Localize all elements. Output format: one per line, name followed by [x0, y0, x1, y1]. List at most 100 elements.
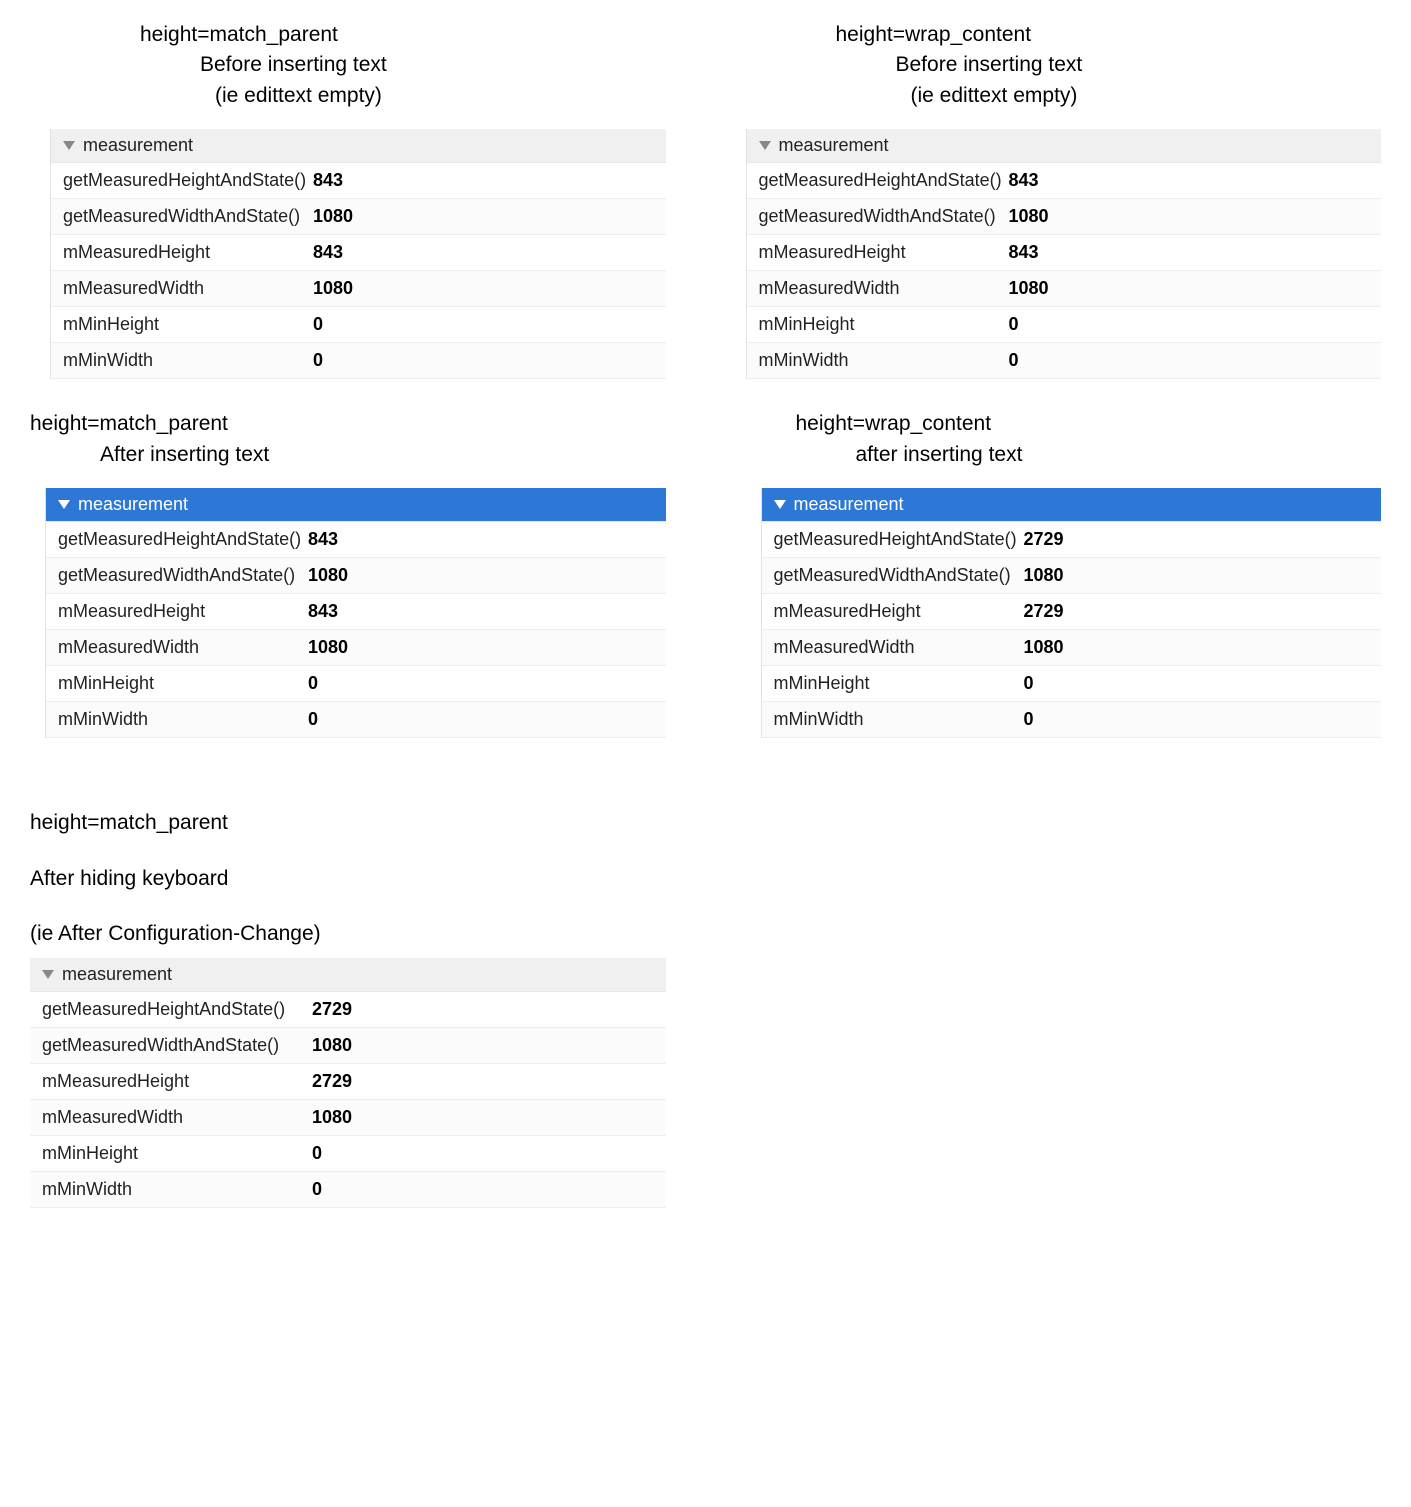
table-row[interactable]: mMinWidth0 [762, 702, 1382, 738]
header-label: measurement [794, 494, 904, 515]
table-row[interactable]: mMeasuredHeight843 [747, 235, 1382, 271]
table-row[interactable]: mMinWidth0 [30, 1172, 666, 1208]
table-row[interactable]: mMeasuredHeight2729 [762, 594, 1382, 630]
panel-title: height=match_parent [30, 409, 666, 439]
panel-match-parent-hidden-keyboard: height=match_parent After hiding keyboar… [30, 808, 666, 1207]
panel-match-parent-after: height=match_parent After inserting text… [30, 409, 666, 738]
table-row[interactable]: mMinHeight0 [51, 307, 666, 343]
row-key: mMeasuredHeight [63, 242, 313, 263]
row-key: mMeasuredHeight [58, 601, 308, 622]
measurement-table: measurement getMeasuredHeightAndState()8… [746, 129, 1382, 379]
table-row[interactable]: mMeasuredHeight843 [46, 594, 666, 630]
chevron-down-icon [759, 141, 771, 150]
row-key: getMeasuredHeightAndState() [759, 170, 1009, 191]
measurement-table: measurement getMeasuredHeightAndState()2… [30, 958, 666, 1208]
table-row[interactable]: mMeasuredHeight2729 [30, 1064, 666, 1100]
panel-note: (ie After Configuration-Change) [30, 919, 666, 949]
row-key: mMinHeight [774, 673, 1024, 694]
table-row[interactable]: mMeasuredWidth1080 [30, 1100, 666, 1136]
table-row[interactable]: getMeasuredHeightAndState()2729 [762, 522, 1382, 558]
table-row[interactable]: mMeasuredWidth1080 [46, 630, 666, 666]
row-key: mMeasuredHeight [774, 601, 1024, 622]
measurement-table: measurement getMeasuredHeightAndState()8… [45, 488, 666, 738]
row-key: getMeasuredWidthAndState() [58, 565, 308, 586]
row-val: 843 [1009, 170, 1039, 191]
row-val: 1080 [1009, 206, 1049, 227]
table-row[interactable]: mMinWidth0 [46, 702, 666, 738]
row-key: getMeasuredWidthAndState() [759, 206, 1009, 227]
table-row[interactable]: getMeasuredHeightAndState()2729 [30, 992, 666, 1028]
measurement-table: measurement getMeasuredHeightAndState()2… [761, 488, 1382, 738]
row-key: mMinHeight [42, 1143, 312, 1164]
panel-title: height=wrap_content [746, 409, 1382, 439]
header-label: measurement [779, 135, 889, 156]
panel-subtitle: after inserting text [746, 440, 1382, 470]
row-val: 1080 [312, 1107, 352, 1128]
row-val: 843 [313, 170, 343, 191]
table-row[interactable]: getMeasuredWidthAndState()1080 [747, 199, 1382, 235]
row-val: 1080 [1009, 278, 1049, 299]
table-row[interactable]: mMeasuredWidth1080 [747, 271, 1382, 307]
table-header[interactable]: measurement [51, 129, 666, 163]
panel-subtitle: After inserting text [30, 440, 666, 470]
row-val: 1080 [312, 1035, 352, 1056]
row-val: 0 [1024, 709, 1034, 730]
row-key: getMeasuredWidthAndState() [63, 206, 313, 227]
row-val: 2729 [312, 1071, 352, 1092]
row-key: getMeasuredHeightAndState() [63, 170, 313, 191]
row-val: 0 [308, 709, 318, 730]
table-row[interactable]: getMeasuredHeightAndState()843 [747, 163, 1382, 199]
row-val: 0 [313, 314, 323, 335]
row-key: mMeasuredWidth [42, 1107, 312, 1128]
table-row[interactable]: mMinHeight0 [747, 307, 1382, 343]
header-label: measurement [78, 494, 188, 515]
panel-subtitle: After hiding keyboard [30, 864, 666, 894]
chevron-down-icon [63, 141, 75, 150]
chevron-down-icon [42, 970, 54, 979]
table-row[interactable]: mMinHeight0 [762, 666, 1382, 702]
row-val: 0 [312, 1143, 322, 1164]
row-val: 0 [1024, 673, 1034, 694]
panel-note: (ie edittext empty) [50, 81, 666, 111]
table-row[interactable]: mMinHeight0 [46, 666, 666, 702]
row-key: mMinWidth [63, 350, 313, 371]
row-key: getMeasuredWidthAndState() [42, 1035, 312, 1056]
row-key: mMinHeight [58, 673, 308, 694]
row-key: getMeasuredHeightAndState() [58, 529, 308, 550]
row-val: 2729 [1024, 529, 1064, 550]
table-row[interactable]: mMinWidth0 [747, 343, 1382, 379]
measurement-table: measurement getMeasuredHeightAndState()8… [50, 129, 666, 379]
row-key: mMeasuredWidth [58, 637, 308, 658]
table-header[interactable]: measurement [30, 958, 666, 992]
row-val: 1080 [308, 637, 348, 658]
table-row[interactable]: mMeasuredHeight843 [51, 235, 666, 271]
row-val: 0 [312, 1179, 322, 1200]
table-header[interactable]: measurement [747, 129, 1382, 163]
table-row[interactable]: getMeasuredWidthAndState()1080 [51, 199, 666, 235]
header-label: measurement [62, 964, 172, 985]
table-row[interactable]: mMeasuredWidth1080 [51, 271, 666, 307]
row-val: 2729 [1024, 601, 1064, 622]
table-row[interactable]: getMeasuredHeightAndState()843 [46, 522, 666, 558]
table-row[interactable]: getMeasuredWidthAndState()1080 [30, 1028, 666, 1064]
panel-wrap-content-after: height=wrap_content after inserting text… [746, 409, 1382, 738]
row-key: mMeasuredHeight [42, 1071, 312, 1092]
row-val: 843 [308, 529, 338, 550]
row-val: 1080 [1024, 565, 1064, 586]
table-row[interactable]: mMinHeight0 [30, 1136, 666, 1172]
row-key: mMinWidth [58, 709, 308, 730]
table-header[interactable]: measurement [762, 488, 1382, 522]
table-row[interactable]: mMeasuredWidth1080 [762, 630, 1382, 666]
table-row[interactable]: getMeasuredWidthAndState()1080 [762, 558, 1382, 594]
row-key: mMeasuredWidth [774, 637, 1024, 658]
row-val: 0 [1009, 350, 1019, 371]
row-key: getMeasuredWidthAndState() [774, 565, 1024, 586]
table-row[interactable]: getMeasuredHeightAndState()843 [51, 163, 666, 199]
row-key: mMinHeight [759, 314, 1009, 335]
header-label: measurement [83, 135, 193, 156]
table-row[interactable]: mMinWidth0 [51, 343, 666, 379]
table-header[interactable]: measurement [46, 488, 666, 522]
table-row[interactable]: getMeasuredWidthAndState()1080 [46, 558, 666, 594]
chevron-down-icon [774, 500, 786, 509]
row-key: mMinWidth [774, 709, 1024, 730]
